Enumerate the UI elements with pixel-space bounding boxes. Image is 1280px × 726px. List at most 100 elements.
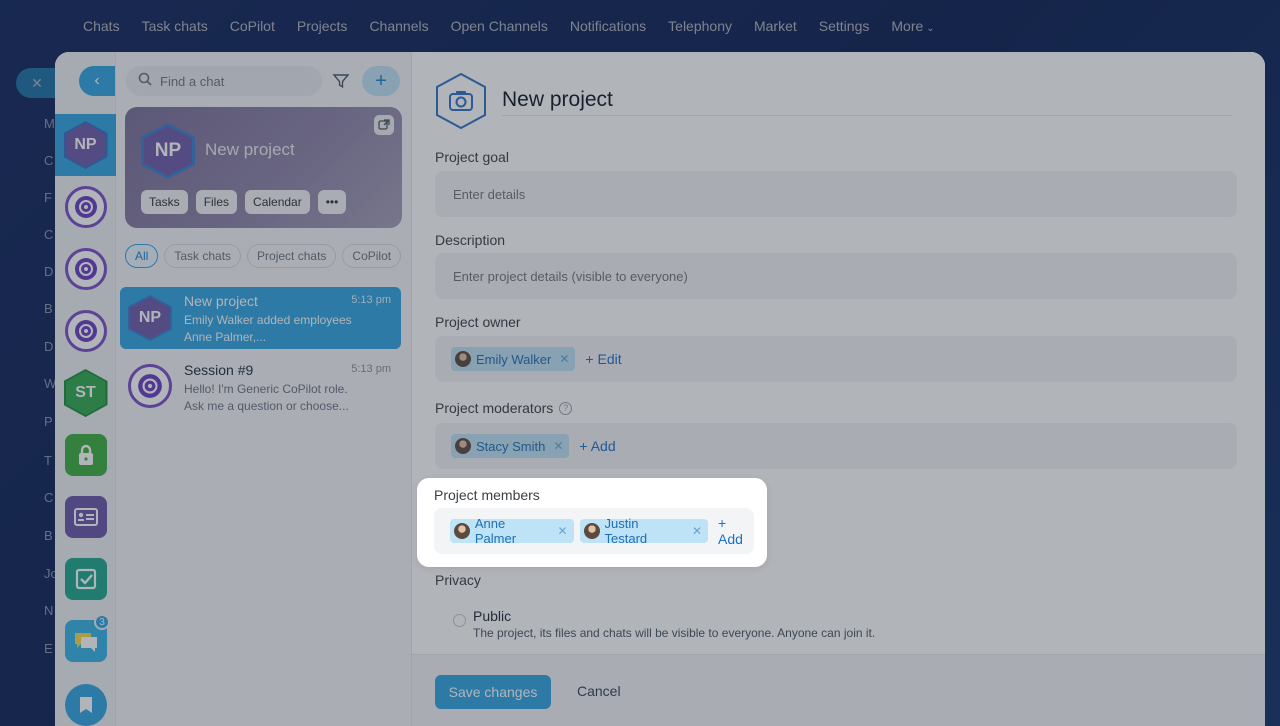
nav-copilot[interactable]: CoPilot [219,18,286,34]
rail-item-contact[interactable] [55,486,116,548]
copilot-icon [128,364,172,408]
chat-panel: ‹ NP ST 3 Find a chat + NP New project T… [55,52,1265,726]
nav-projects[interactable]: Projects [286,18,359,34]
collapse-button[interactable]: ‹ [79,66,115,96]
rail-item-copilot[interactable] [55,176,116,238]
privacy-public-radio[interactable] [453,614,466,627]
description-field[interactable] [435,253,1237,299]
remove-icon[interactable]: ✕ [553,439,563,453]
nav-chats[interactable]: Chats [72,18,131,34]
project-title-input[interactable]: New project [502,88,1232,116]
nav-notifications[interactable]: Notifications [559,18,657,34]
chat-filter-tabs: All Task chats Project chats CoPilot [125,244,405,268]
description-input[interactable] [453,268,1213,284]
rail-item-tasks[interactable] [55,548,116,610]
search-box[interactable] [126,66,322,96]
bg-rail-letter: B [44,301,53,316]
remove-icon[interactable]: ✕ [692,524,702,538]
bg-rail-letter: E [44,641,53,656]
external-link-icon[interactable] [374,115,394,135]
project-members-spotlight: Project members Anne Palmer ✕ Justin Tes… [417,478,767,567]
project-avatar-inner: NP [65,123,106,167]
nav-telephony[interactable]: Telephony [657,18,743,34]
chat-item-session[interactable]: Session #9 5:13 pm Hello! I'm Generic Co… [120,356,401,418]
bg-rail-letter: C [44,490,54,505]
privacy-label: Privacy [435,572,481,588]
bg-rail-letter: P [44,414,53,429]
copilot-icon [64,310,107,352]
rail-item-messages[interactable]: 3 [55,610,116,672]
unread-badge: 3 [94,614,110,630]
search-input[interactable] [160,73,310,89]
user-tag: Emily Walker ✕ [451,347,576,371]
project-owner-label: Project owner [435,314,521,330]
remove-icon[interactable]: ✕ [559,352,569,366]
avatar [583,523,600,539]
more-actions-button[interactable]: ••• [317,190,347,214]
rail-item-st[interactable]: ST [55,362,116,424]
user-tag: Stacy Smith ✕ [451,434,570,458]
project-moderators-field: Stacy Smith ✕ + Add [435,423,1237,469]
save-changes-button[interactable]: Save changes [435,675,551,709]
project-goal-input[interactable] [453,186,1213,202]
project-avatar: NP [63,121,108,169]
project-avatar-large-inner: NP [144,126,192,176]
user-tag-name: Emily Walker [476,351,552,367]
help-icon[interactable]: ? [559,401,573,415]
bg-rail-letter: D [44,339,54,354]
rail-item-saved[interactable] [55,674,116,726]
filter-icon[interactable] [332,72,352,92]
tab-project-chats[interactable]: Project chats [247,244,337,268]
camera-icon[interactable] [434,72,488,130]
new-chat-button[interactable]: + [362,66,400,96]
lock-icon [64,434,107,476]
project-members-field: Anne Palmer ✕ Justin Testard ✕ + Add [434,508,754,554]
chat-item-new-project[interactable]: NP New project 5:13 pm Emily Walker adde… [120,287,401,349]
nav-task-chats[interactable]: Task chats [131,18,219,34]
group-avatar: ST [63,369,108,417]
remove-icon[interactable]: ✕ [558,524,568,538]
nav-open-channels[interactable]: Open Channels [440,18,559,34]
top-navigation: Chats Task chats CoPilot Projects Channe… [0,0,1280,52]
tab-all[interactable]: All [125,244,159,268]
contact-card-icon [64,496,107,538]
add-moderator-link[interactable]: + Add [579,438,615,454]
chat-list-column: + NP New project Tasks Files Calendar ••… [116,52,411,726]
form-footer: Save changes Cancel [412,654,1265,726]
project-goal-field[interactable] [435,171,1237,217]
files-button[interactable]: Files [195,190,238,214]
nav-channels[interactable]: Channels [358,18,439,34]
nav-settings[interactable]: Settings [808,18,881,34]
user-tag: Justin Testard ✕ [579,516,708,546]
chat-header-card: NP New project Tasks Files Calendar ••• [125,107,402,228]
bg-rail-letter: C [44,227,54,242]
user-tag-name: Stacy Smith [476,438,546,454]
rail-item-private-chat[interactable] [55,424,116,486]
tab-copilot[interactable]: CoPilot [342,244,402,268]
tasks-button[interactable]: Tasks [141,190,188,214]
bg-rail-letter: T [44,453,52,468]
edit-owner-link[interactable]: + Edit [585,351,621,367]
add-member-link[interactable]: + Add [718,515,754,547]
nav-market[interactable]: Market [743,18,808,34]
description-label: Description [435,232,506,248]
chat-time: 5:13 pm [351,294,391,306]
tab-task-chats[interactable]: Task chats [164,244,242,268]
project-avatar-inner: NP [130,297,170,339]
nav-more-label: More [891,18,924,34]
bg-rail-letter: D [44,264,54,279]
copilot-icon [64,248,107,290]
privacy-public-label: Public [473,608,512,624]
plus-icon: + [375,69,387,92]
cancel-button[interactable]: Cancel [577,683,621,699]
nav-more[interactable]: More ⌄ [880,18,945,34]
avatar [454,523,470,539]
rail-item-copilot[interactable] [55,300,116,362]
project-moderators-label: Project moderators ? [435,400,573,416]
bg-rail-letter: N [44,603,54,618]
rail-item-new-project[interactable]: NP [55,114,116,176]
calendar-button[interactable]: Calendar [245,190,310,214]
bg-rail-letter: C [44,153,54,168]
rail-item-copilot[interactable] [55,238,116,300]
bookmark-icon [64,684,107,726]
